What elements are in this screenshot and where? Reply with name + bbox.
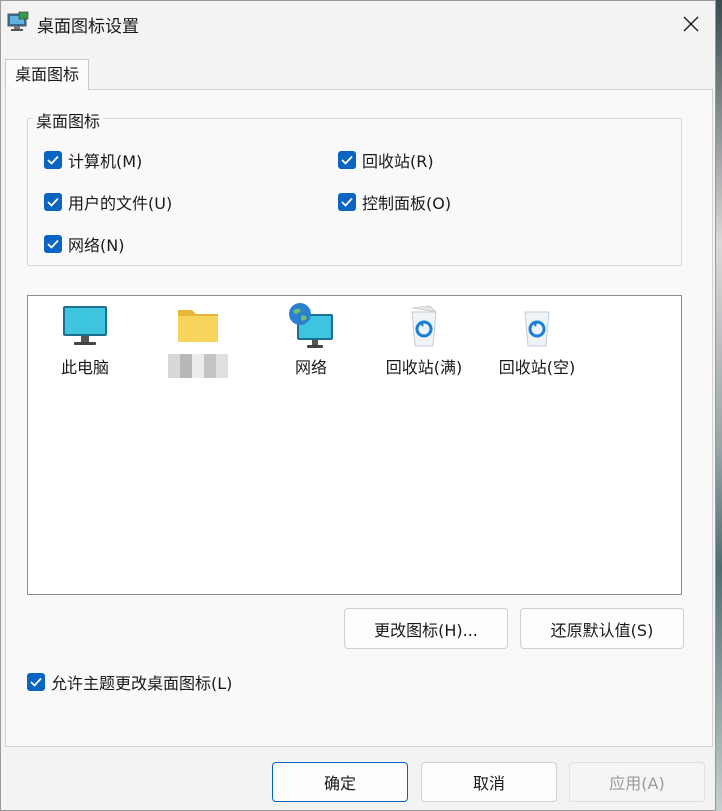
icon-label: 回收站(满) (385, 358, 463, 377)
icon-label: 网络 (294, 358, 327, 377)
desktop-icon-settings-dialog: 桌面图标设置 桌面图标 桌面图标 计算机(M) 回收站(R) 用户的文件(U) … (0, 0, 716, 811)
desktop-background (716, 0, 722, 811)
checkbox-checked-icon (338, 151, 356, 169)
folder-icon (174, 302, 222, 350)
display-settings-app-icon (7, 11, 29, 31)
icon-item-user-folder[interactable] (148, 302, 248, 378)
checkbox-checked-icon (44, 193, 62, 211)
close-button[interactable] (671, 7, 711, 41)
checkbox-allow-theme-change[interactable]: 允许主题更改桌面图标(L) (27, 670, 232, 694)
checkbox-network[interactable]: 网络(N) (44, 232, 124, 256)
checkbox-checked-icon (44, 151, 62, 169)
icon-list: 此电脑 网络 回收站(满) 回收站(空) (27, 295, 682, 595)
recycle-bin-empty-icon (513, 302, 561, 350)
icon-item-recycle-bin-empty[interactable]: 回收站(空) (487, 302, 587, 378)
network-globe-icon (287, 302, 335, 350)
change-icon-button[interactable]: 更改图标(H)... (344, 608, 508, 649)
checkbox-computer[interactable]: 计算机(M) (44, 148, 142, 172)
checkbox-label: 网络(N) (68, 236, 125, 255)
window-title: 桌面图标设置 (37, 17, 139, 37)
checkbox-label: 回收站(R) (362, 152, 434, 171)
recycle-bin-full-icon (400, 302, 448, 350)
checkbox-checked-icon (338, 193, 356, 211)
apply-button[interactable]: 应用(A) (569, 762, 705, 802)
icon-label: 此电脑 (60, 358, 109, 377)
blurred-label (168, 354, 228, 378)
icon-item-recycle-bin-full[interactable]: 回收站(满) (374, 302, 474, 378)
checkbox-label: 用户的文件(U) (68, 194, 173, 213)
icon-item-network[interactable]: 网络 (261, 302, 361, 378)
icon-item-this-pc[interactable]: 此电脑 (35, 302, 135, 378)
checkbox-user-files[interactable]: 用户的文件(U) (44, 190, 172, 214)
title-bar: 桌面图标设置 (1, 1, 715, 47)
icon-label: 回收站(空) (498, 358, 576, 377)
checkbox-checked-icon (44, 235, 62, 253)
checkbox-label: 允许主题更改桌面图标(L) (51, 674, 233, 693)
checkbox-recycle-bin[interactable]: 回收站(R) (338, 148, 434, 172)
checkbox-checked-icon (27, 673, 45, 691)
monitor-icon (61, 302, 109, 350)
cancel-button[interactable]: 取消 (421, 762, 557, 802)
checkbox-label: 控制面板(O) (362, 194, 452, 213)
close-icon (683, 16, 699, 32)
checkbox-control-panel[interactable]: 控制面板(O) (338, 190, 451, 214)
checkbox-label: 计算机(M) (68, 152, 143, 171)
groupbox-legend: 桌面图标 (33, 108, 104, 132)
restore-default-button[interactable]: 还原默认值(S) (520, 608, 684, 649)
ok-button[interactable]: 确定 (272, 762, 408, 802)
tab-desktop-icons[interactable]: 桌面图标 (5, 59, 89, 90)
